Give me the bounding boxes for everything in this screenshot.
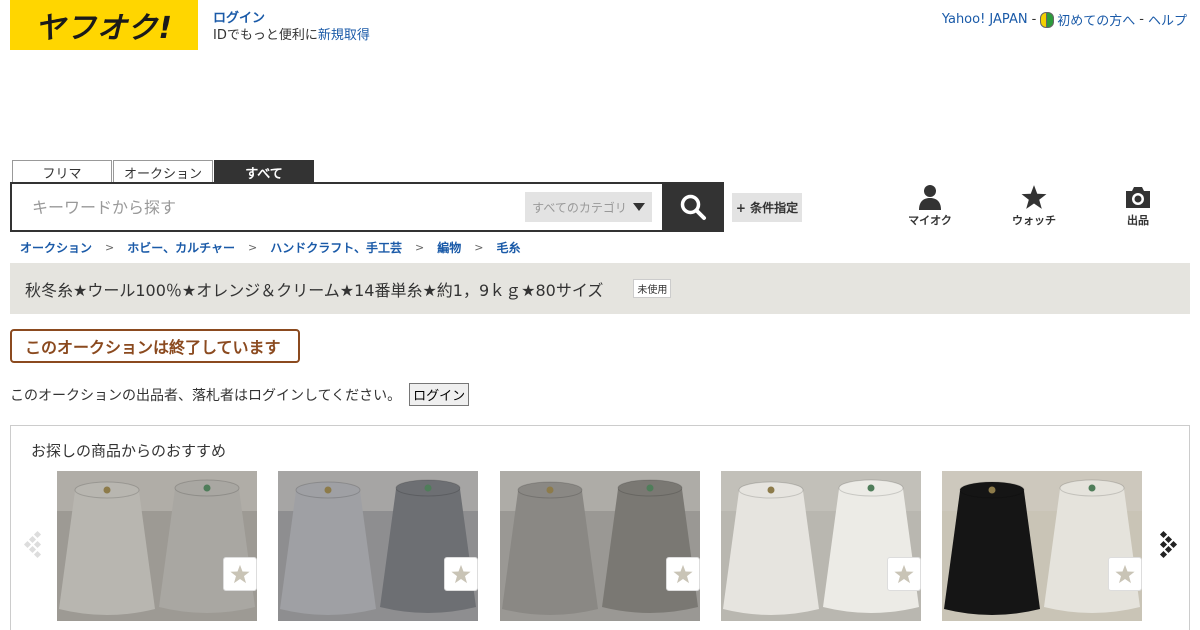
item-title: 秋冬糸★ウール100％★オレンジ＆クリーム★14番単糸★約1，9ｋｇ★80サイズ	[25, 280, 604, 300]
login-button[interactable]: ログイン	[409, 383, 470, 406]
search-tabs: フリマ オークション すべて	[12, 160, 314, 183]
star-icon	[230, 564, 250, 584]
login-prompt-text: このオークションの出品者、落札者はログインしてください。	[10, 387, 402, 404]
star-icon	[451, 564, 471, 584]
breadcrumb-item[interactable]: ハンドクラフト、手工芸	[270, 239, 402, 256]
beginner-mark-icon	[1040, 12, 1055, 28]
yahuoku-logo[interactable]: ヤフオク!	[10, 0, 198, 50]
recommended-item[interactable]	[942, 471, 1142, 621]
signup-link[interactable]: 新規取得	[318, 28, 370, 43]
recommended-item[interactable]	[721, 471, 921, 621]
tab-all[interactable]: すべて	[214, 160, 314, 183]
yahoo-japan-link[interactable]: Yahoo! JAPAN	[942, 12, 1028, 27]
search-icon	[680, 194, 706, 220]
product-image	[500, 471, 700, 621]
beginner-link[interactable]: 初めての方へ	[1057, 10, 1135, 29]
product-image	[57, 471, 257, 621]
breadcrumb: オークション > ホビー、カルチャー > ハンドクラフト、手工芸 > 編物 > …	[20, 239, 520, 256]
breadcrumb-item[interactable]: オークション	[20, 239, 92, 256]
separator: -	[1031, 12, 1037, 27]
search-button[interactable]	[662, 182, 724, 232]
sell-button[interactable]: 出品	[1108, 184, 1168, 228]
separator: -	[1139, 12, 1144, 27]
recommendations-panel: お探しの商品からのおすすめ	[10, 425, 1190, 630]
auction-ended-banner: このオークションは終了しています	[10, 329, 300, 363]
search-input[interactable]	[12, 184, 525, 230]
chevron-down-icon	[632, 203, 645, 211]
star-icon	[894, 564, 914, 584]
watch-list-button[interactable]: ウォッチ	[1004, 184, 1064, 228]
top-links: Yahoo! JAPAN - 初めての方へ - ヘルプ	[942, 10, 1187, 29]
recommended-item[interactable]	[278, 471, 478, 621]
watch-star-button[interactable]	[444, 557, 478, 591]
recommended-item[interactable]	[500, 471, 700, 621]
breadcrumb-separator: >	[105, 241, 115, 254]
breadcrumb-separator: >	[414, 241, 425, 254]
condition-badge: 未使用	[633, 279, 672, 298]
product-image	[721, 471, 921, 621]
breadcrumb-item[interactable]: ホビー、カルチャー	[127, 239, 235, 256]
id-benefit-text: IDでもっと便利に	[213, 28, 318, 43]
tab-auction[interactable]: オークション	[113, 160, 213, 183]
camera-icon	[1126, 187, 1150, 208]
watch-star-button[interactable]	[666, 557, 700, 591]
breadcrumb-item[interactable]: 編物	[437, 239, 461, 256]
help-link[interactable]: ヘルプ	[1148, 10, 1187, 29]
login-link[interactable]: ログイン	[213, 11, 265, 26]
prev-arrow-icon[interactable]	[23, 530, 47, 560]
my-auction-label: マイオク	[908, 214, 952, 227]
next-arrow-icon[interactable]	[1154, 530, 1178, 560]
my-auction-button[interactable]: マイオク	[900, 184, 960, 228]
breadcrumb-separator: >	[474, 241, 484, 254]
item-title-bar: 秋冬糸★ウール100％★オレンジ＆クリーム★14番単糸★約1，9ｋｇ★80サイズ…	[10, 263, 1190, 314]
login-box: ログイン IDでもっと便利に新規取得	[213, 10, 370, 44]
login-prompt: このオークションの出品者、落札者はログインしてください。 ログイン	[10, 383, 470, 406]
recommended-item[interactable]	[57, 471, 257, 621]
sell-label: 出品	[1127, 214, 1149, 227]
product-image	[942, 471, 1142, 621]
breadcrumb-item[interactable]: 毛糸	[496, 239, 520, 256]
recommendations-heading: お探しの商品からのおすすめ	[31, 442, 227, 460]
star-icon	[673, 564, 693, 584]
watch-list-label: ウォッチ	[1012, 214, 1056, 227]
star-icon	[1021, 185, 1047, 209]
category-select[interactable]: すべてのカテゴリ	[525, 192, 652, 222]
watch-star-button[interactable]	[223, 557, 257, 591]
watch-star-button[interactable]	[887, 557, 921, 591]
search-bar: すべてのカテゴリ	[10, 182, 724, 232]
advanced-search-button[interactable]: + 条件指定	[732, 193, 802, 222]
watch-star-button[interactable]	[1108, 557, 1142, 591]
category-select-label: すべてのカテゴリ	[532, 200, 627, 215]
tab-flea-market[interactable]: フリマ	[12, 160, 112, 183]
person-icon	[919, 185, 941, 210]
product-image	[278, 471, 478, 621]
breadcrumb-separator: >	[248, 241, 258, 254]
star-icon	[1115, 564, 1135, 584]
